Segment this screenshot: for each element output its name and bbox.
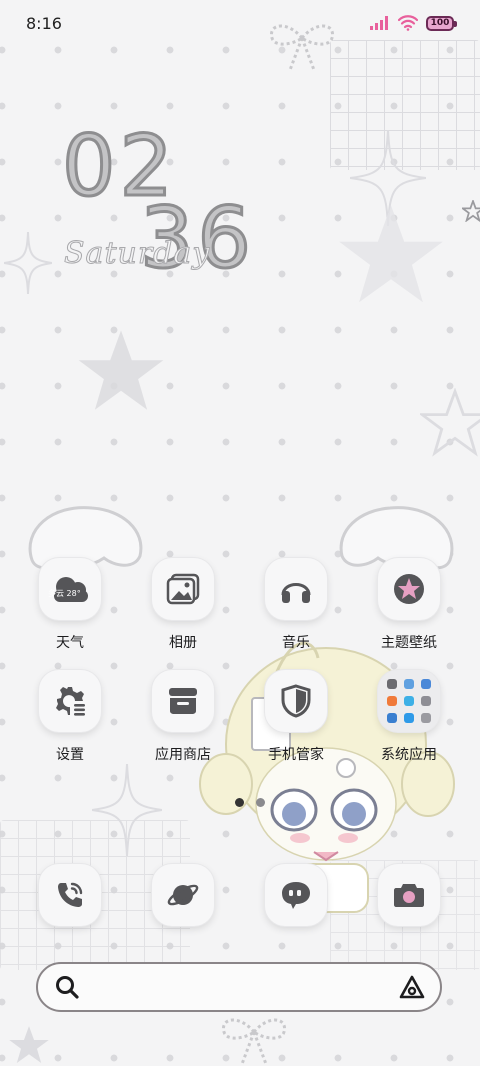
app-label: 相册 (169, 635, 197, 651)
bow-decoration-top (270, 24, 334, 71)
message-bubble-icon[interactable] (265, 864, 327, 926)
star-decoration-right (339, 205, 443, 303)
page-indicator-active[interactable] (235, 798, 244, 807)
app-label: 系统应用 (381, 747, 437, 763)
search-bar[interactable] (36, 962, 442, 1012)
star-outline-decoration (420, 388, 480, 457)
star-outline-small-decoration (462, 200, 480, 222)
sparkle-decoration-bottom (92, 764, 162, 856)
planet-icon[interactable] (152, 864, 214, 926)
sparkle-decoration-left (4, 232, 52, 294)
assistant-icon[interactable] (398, 974, 426, 1000)
app-label: 音乐 (282, 635, 310, 651)
status-time: 8:16 (26, 14, 62, 33)
status-icons: 100 (370, 15, 457, 31)
headphones-icon[interactable] (265, 558, 327, 620)
camera-icon[interactable] (378, 864, 440, 926)
star-decoration-bottom-left (9, 1026, 49, 1064)
weather-cloud-icon[interactable]: 多云 28° (39, 558, 101, 620)
theme-star-icon[interactable] (378, 558, 440, 620)
folder-icon[interactable] (378, 670, 440, 732)
app-label: 应用商店 (155, 747, 211, 763)
store-icon[interactable] (152, 670, 214, 732)
phone-icon[interactable] (39, 864, 101, 926)
search-icon[interactable] (54, 974, 80, 1000)
signal-icon (370, 16, 388, 30)
bow-decoration-bottom (222, 1018, 286, 1065)
app-themes[interactable]: 主题壁纸 (359, 558, 459, 652)
weather-widget-text: 多云 28° (48, 589, 81, 598)
page-indicator-inactive[interactable] (256, 798, 265, 807)
shield-icon[interactable] (265, 670, 327, 732)
app-label: 设置 (56, 747, 84, 763)
app-store[interactable]: 应用商店 (133, 670, 233, 764)
battery-icon: 100 (426, 15, 457, 31)
battery-level: 100 (430, 18, 450, 28)
app-system-folder[interactable]: 系统应用 (359, 670, 459, 764)
app-music[interactable]: 音乐 (246, 558, 346, 652)
app-weather[interactable]: 多云 28° 天气 (20, 558, 120, 652)
wifi-icon (398, 15, 418, 31)
app-phone-manager[interactable]: 手机管家 (246, 670, 346, 764)
app-label: 天气 (56, 635, 84, 651)
app-label: 手机管家 (268, 747, 324, 763)
app-gallery[interactable]: 相册 (133, 558, 233, 652)
settings-gear-icon[interactable] (39, 670, 101, 732)
app-label: 主题壁纸 (381, 635, 437, 651)
star-decoration-left (78, 330, 164, 410)
gallery-icon[interactable] (152, 558, 214, 620)
folder-app-previews (387, 679, 431, 723)
clock-day: Saturday (63, 236, 211, 272)
app-settings[interactable]: 设置 (20, 670, 120, 764)
